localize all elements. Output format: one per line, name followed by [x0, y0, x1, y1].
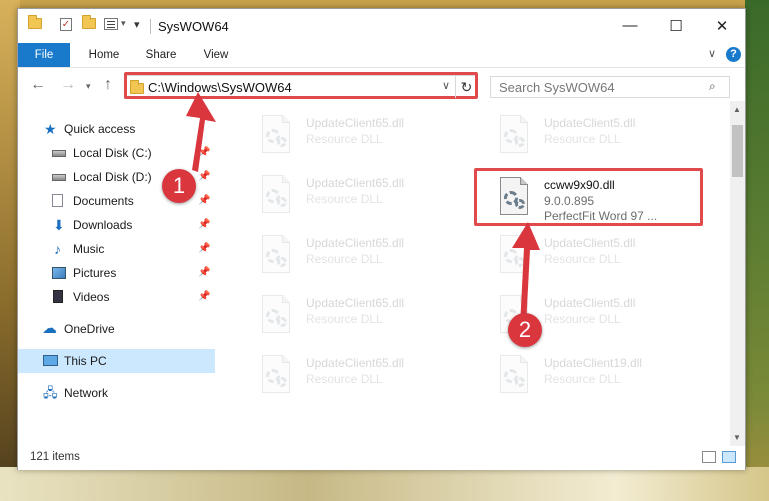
arrow-2-icon	[512, 222, 540, 326]
step-1-marker: 1	[162, 169, 196, 203]
annotation-arrows	[186, 92, 540, 326]
step-2-marker: 2	[508, 313, 542, 347]
arrow-1-icon	[186, 92, 216, 172]
